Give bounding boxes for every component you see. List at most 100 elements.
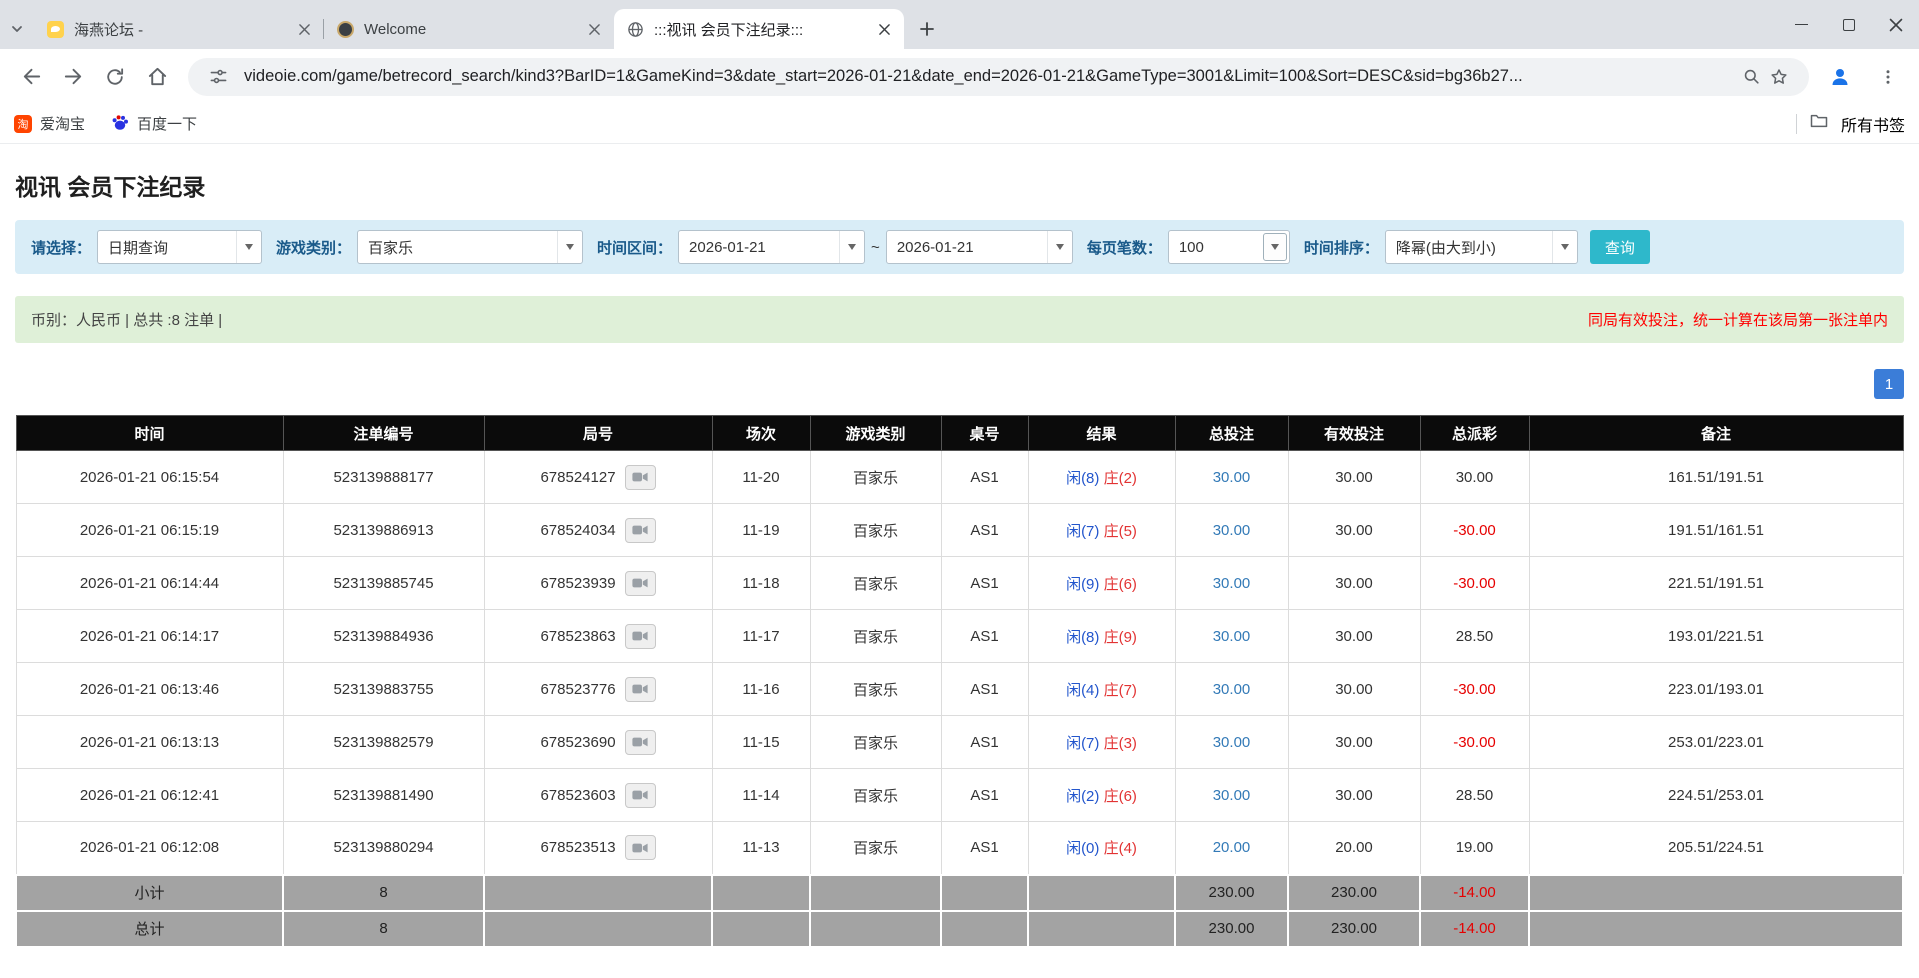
cell-note: 221.51/191.51 — [1529, 557, 1903, 610]
cell-note: 191.51/161.51 — [1529, 504, 1903, 557]
cell-table-no: AS1 — [941, 610, 1028, 663]
cell-result: 闲(8) 庄(9) — [1028, 610, 1175, 663]
total-bet-link[interactable]: 30.00 — [1213, 575, 1251, 592]
page-1-button[interactable]: 1 — [1874, 369, 1904, 399]
cell-time: 2026-01-21 06:12:41 — [16, 769, 283, 822]
search-button[interactable]: 查询 — [1590, 230, 1650, 264]
chevron-down-icon[interactable] — [236, 231, 261, 263]
bookmark-star-icon[interactable] — [1765, 63, 1793, 91]
video-replay-button[interactable] — [625, 624, 656, 649]
video-replay-button[interactable] — [625, 571, 656, 596]
site-info-icon[interactable] — [204, 63, 232, 91]
total-bet-link[interactable]: 30.00 — [1213, 787, 1251, 804]
cell-table-no: AS1 — [941, 504, 1028, 557]
date-end-value: 2026-01-21 — [897, 239, 974, 256]
chevron-down-icon[interactable] — [839, 231, 864, 263]
cell-round: 678524127 — [484, 451, 712, 504]
date-start-select[interactable]: 2026-01-21 — [678, 230, 865, 264]
result-banker: 庄(7) — [1104, 682, 1137, 699]
total-bet-link[interactable]: 30.00 — [1213, 734, 1251, 751]
total-bet-link[interactable]: 30.00 — [1213, 628, 1251, 645]
cell-payout: 19.00 — [1420, 822, 1529, 875]
round-number: 678524127 — [540, 469, 615, 486]
bookmark-baidu[interactable]: 百度一下 — [111, 113, 197, 135]
cell-session: 11-15 — [712, 716, 810, 769]
video-replay-button[interactable] — [625, 518, 656, 543]
chevron-down-icon[interactable] — [1047, 231, 1072, 263]
profile-avatar-icon[interactable] — [1819, 56, 1861, 98]
maximize-button[interactable] — [1825, 0, 1872, 49]
date-range-label: 时间区间： — [597, 237, 672, 258]
cell-valid-bet: 20.00 — [1288, 822, 1420, 875]
column-header: 总投注 — [1175, 416, 1288, 451]
cell-round: 678523603 — [484, 769, 712, 822]
tab-close-icon[interactable] — [294, 19, 314, 39]
tab-haiyan-forum[interactable]: 海燕论坛 - — [34, 9, 324, 49]
video-replay-button[interactable] — [625, 835, 656, 860]
total-bet-link[interactable]: 30.00 — [1213, 469, 1251, 486]
tab-favicon-welcome-icon — [336, 20, 354, 38]
cell-valid-bet: 30.00 — [1288, 663, 1420, 716]
browser-menu-icon[interactable] — [1867, 56, 1909, 98]
page-size-select[interactable]: 100 — [1168, 230, 1290, 264]
result-banker: 庄(4) — [1104, 840, 1137, 857]
close-button[interactable] — [1872, 0, 1919, 49]
bookmark-label: 百度一下 — [137, 113, 197, 134]
all-bookmarks-label: 所有书签 — [1841, 112, 1905, 136]
tab-search-chevron-icon[interactable] — [0, 9, 34, 49]
cell-bet-id: 523139881490 — [283, 769, 484, 822]
all-bookmarks[interactable]: 所有书签 — [1796, 111, 1905, 136]
forward-button[interactable] — [52, 56, 94, 98]
sort-order-select[interactable]: 降幂(由大到小) — [1385, 230, 1578, 264]
cell-valid-bet: 30.00 — [1288, 769, 1420, 822]
tab-welcome[interactable]: Welcome — [324, 9, 614, 49]
zoom-icon[interactable] — [1737, 63, 1765, 91]
tab-close-icon[interactable] — [874, 19, 894, 39]
column-header: 注单编号 — [283, 416, 484, 451]
tab-title: 海燕论坛 - — [74, 19, 288, 40]
cell-note: 253.01/223.01 — [1529, 716, 1903, 769]
cell-valid-bet: 30.00 — [1288, 716, 1420, 769]
video-replay-button[interactable] — [625, 465, 656, 490]
chevron-down-icon[interactable] — [557, 231, 582, 263]
url-bar[interactable]: videoie.com/game/betrecord_search/kind3?… — [188, 58, 1809, 96]
date-end-select[interactable]: 2026-01-21 — [886, 230, 1073, 264]
total-bet-link[interactable]: 30.00 — [1213, 522, 1251, 539]
browser-toolbar: videoie.com/game/betrecord_search/kind3?… — [0, 49, 1919, 104]
bookmark-taobao[interactable]: 淘 爱淘宝 — [14, 113, 85, 134]
foot-label: 总计 — [16, 911, 283, 947]
cell-table-no: AS1 — [941, 716, 1028, 769]
reload-button[interactable] — [94, 56, 136, 98]
chevron-down-icon[interactable] — [1263, 233, 1287, 261]
cell-note: 224.51/253.01 — [1529, 769, 1903, 822]
home-button[interactable] — [136, 56, 178, 98]
back-button[interactable] — [10, 56, 52, 98]
date-start-value: 2026-01-21 — [689, 239, 766, 256]
cell-note: 223.01/193.01 — [1529, 663, 1903, 716]
new-tab-button[interactable] — [910, 12, 944, 46]
cell-table-no: AS1 — [941, 451, 1028, 504]
query-type-select[interactable]: 日期查询 — [97, 230, 262, 264]
cell-session: 11-14 — [712, 769, 810, 822]
cell-payout: 30.00 — [1420, 451, 1529, 504]
cell-payout: -30.00 — [1420, 504, 1529, 557]
video-replay-button[interactable] — [625, 677, 656, 702]
video-replay-button[interactable] — [625, 783, 656, 808]
tab-bet-records-active[interactable]: :::视讯 会员下注纪录::: — [614, 9, 904, 49]
table-row: 2026-01-21 06:15:19523139886913678524034… — [16, 504, 1903, 557]
url-text[interactable]: videoie.com/game/betrecord_search/kind3?… — [244, 67, 1725, 86]
round-number: 678523603 — [540, 787, 615, 804]
tab-close-icon[interactable] — [584, 19, 604, 39]
cell-game-type: 百家乐 — [810, 769, 941, 822]
total-bet-link[interactable]: 20.00 — [1213, 839, 1251, 856]
sort-order-label: 时间排序： — [1304, 237, 1379, 258]
video-replay-button[interactable] — [625, 730, 656, 755]
table-row: 2026-01-21 06:14:44523139885745678523939… — [16, 557, 1903, 610]
cell-result: 闲(2) 庄(6) — [1028, 769, 1175, 822]
chevron-down-icon[interactable] — [1552, 231, 1577, 263]
minimize-button[interactable] — [1778, 0, 1825, 49]
taobao-icon: 淘 — [14, 115, 32, 133]
total-bet-link[interactable]: 30.00 — [1213, 681, 1251, 698]
game-type-select[interactable]: 百家乐 — [357, 230, 583, 264]
bet-records-table: 时间注单编号局号场次游戏类别桌号结果总投注有效投注总派彩备注 2026-01-2… — [15, 415, 1904, 948]
